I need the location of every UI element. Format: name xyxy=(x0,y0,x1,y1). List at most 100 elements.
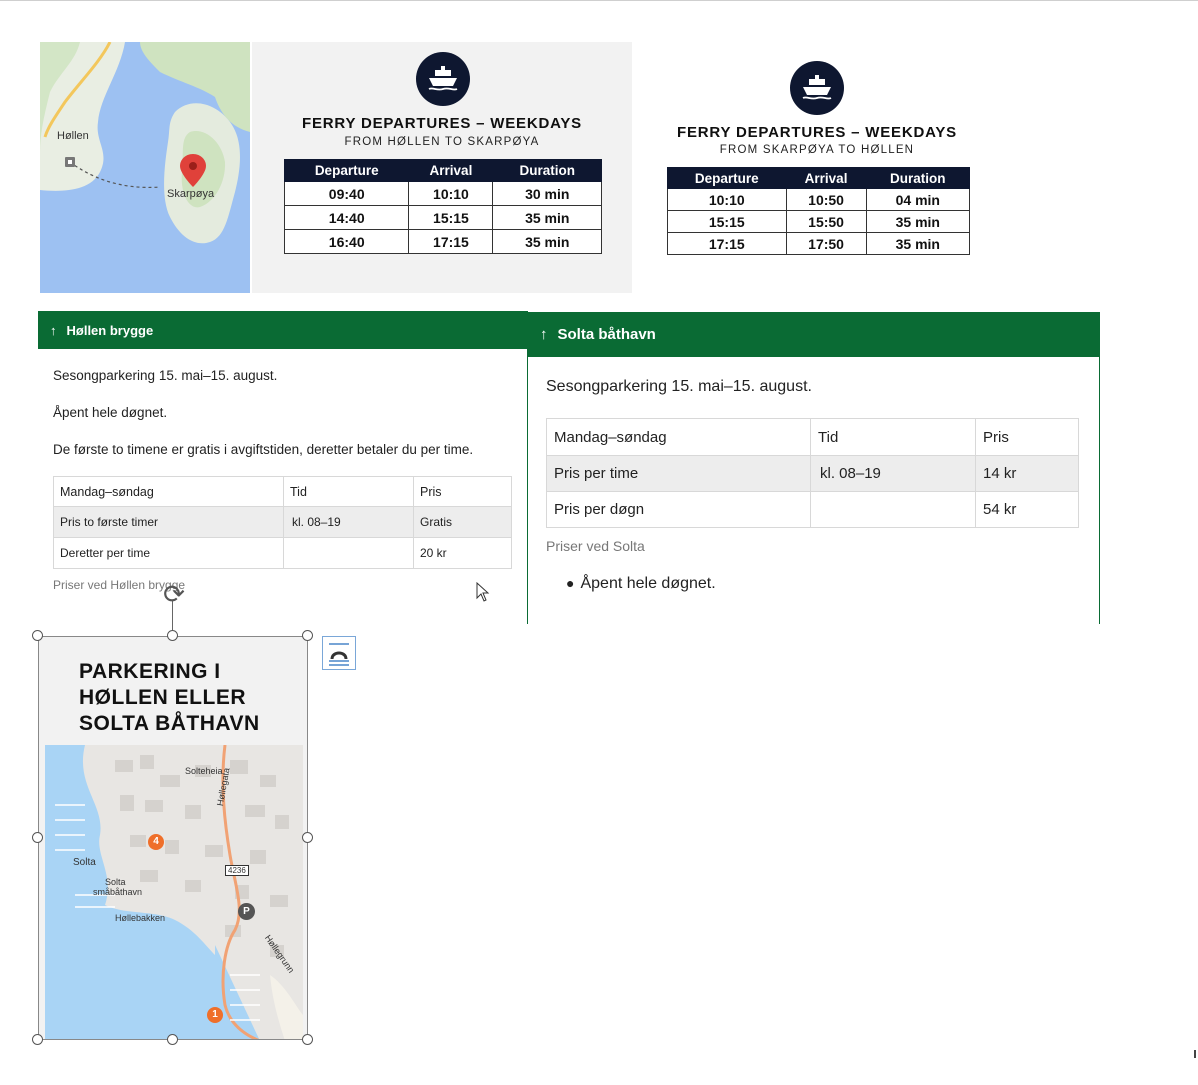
accordion-header-solta[interactable]: ↑ Solta båthavn xyxy=(528,312,1099,357)
bullet-dot: ● xyxy=(566,575,575,591)
table-row: Pris to første timer kl. 08–19 Gratis xyxy=(53,506,512,538)
column-header: Pris xyxy=(413,476,512,507)
top-border xyxy=(0,0,1198,1)
pricing-info-text: De første to timene er gratis i avgiftst… xyxy=(53,442,474,457)
table-cell: 09:40 xyxy=(283,181,410,206)
table-cell: 10:50 xyxy=(785,188,867,211)
poster-title-line: SOLTA BÅTHAVN xyxy=(79,712,260,735)
table-cell: 35 min xyxy=(492,205,602,230)
ferry-timetable: Departure Arrival Duration 10:10 10:50 0… xyxy=(667,167,971,255)
price-table: Mandag–søndag Tid Pris Pris per time kl.… xyxy=(546,418,1079,528)
map-label: Høllebakken xyxy=(115,913,166,923)
resize-handle-bottom[interactable] xyxy=(167,1034,178,1045)
table-cell: 35 min xyxy=(865,210,971,233)
table-cell: 04 min xyxy=(865,188,971,211)
table-cell: 35 min xyxy=(492,229,602,254)
parking-panel-solta: ↑ Solta båthavn Sesongparkering 15. mai–… xyxy=(527,312,1100,624)
resize-handle-top[interactable] xyxy=(167,630,178,641)
layout-options-icon xyxy=(329,643,349,666)
poster-title-line: HØLLEN ELLER xyxy=(79,686,246,709)
table-cell: 15:15 xyxy=(408,205,494,230)
column-header: Arrival xyxy=(785,167,867,189)
column-header: Arrival xyxy=(408,159,494,182)
ferry-timetable: Departure Arrival Duration 09:40 10:10 3… xyxy=(283,159,602,254)
table-cell: 14 kr xyxy=(975,455,1079,492)
column-header: Pris xyxy=(975,418,1079,456)
table-cell: 20 kr xyxy=(413,537,512,569)
table-cell: 30 min xyxy=(492,181,602,206)
table-row: 09:40 10:10 30 min xyxy=(283,181,602,206)
ferry-subtitle: FROM SKARPØYA TO HØLLEN xyxy=(719,144,915,156)
table-cell: 10:10 xyxy=(408,181,494,206)
poster-title: PARKERING I HØLLEN ELLER SOLTA BÅTHAVN xyxy=(79,659,299,737)
resize-handle-bottom-left[interactable] xyxy=(32,1034,43,1045)
table-row: 15:15 15:50 35 min xyxy=(667,210,971,233)
resize-handle-left[interactable] xyxy=(32,832,43,843)
arrow-up-icon: ↑ xyxy=(540,326,548,343)
ferry-title: FERRY DEPARTURES – WEEKDAYS xyxy=(302,115,582,132)
table-cell: 10:10 xyxy=(667,188,787,211)
table-row: Pris per time kl. 08–19 14 kr xyxy=(546,455,1079,492)
table-cell: 17:50 xyxy=(785,232,867,255)
table-cell xyxy=(283,537,414,569)
map-hollen-skarpoya: Høllen Skarpøya xyxy=(40,42,250,293)
map-label: Solteheia xyxy=(185,766,223,776)
table-cell: 35 min xyxy=(865,232,971,255)
map-marker-icon: 1 xyxy=(207,1007,223,1023)
parking-poster-image[interactable]: PARKERING I HØLLEN ELLER SOLTA BÅTHAVN S… xyxy=(38,636,308,1040)
column-header: Departure xyxy=(667,167,787,189)
mouse-pointer-icon xyxy=(476,581,490,607)
table-cell: 14:40 xyxy=(283,205,410,230)
ferry-panel-skarpoya-to-hollen: FERRY DEPARTURES – WEEKDAYS FROM SKARPØY… xyxy=(634,42,1000,293)
price-table: Mandag–søndag Tid Pris Pris to første ti… xyxy=(53,476,512,569)
arrow-up-icon: ↑ xyxy=(50,322,57,338)
table-cell: Gratis xyxy=(413,506,512,538)
table-row: 14:40 15:15 35 min xyxy=(283,205,602,230)
resize-handle-top-right[interactable] xyxy=(302,630,313,641)
column-header: Mandag–søndag xyxy=(53,476,284,507)
ferry-icon xyxy=(416,52,470,106)
rotate-handle-icon[interactable]: ⟳ xyxy=(159,579,189,609)
table-cell: Deretter per time xyxy=(53,537,284,569)
table-cell: Pris to første timer xyxy=(53,506,284,538)
column-header: Duration xyxy=(865,167,971,189)
table-cell: 15:50 xyxy=(785,210,867,233)
parking-marker-icon: P xyxy=(238,903,255,920)
poster-map: Solteheia Høllegata 4236 Solta Solta små… xyxy=(45,745,303,1039)
map-label: Solta xyxy=(73,857,96,868)
table-cell: 17:15 xyxy=(408,229,494,254)
table-cell: 15:15 xyxy=(667,210,787,233)
opening-text: Åpent hele døgnet. xyxy=(53,405,168,420)
table-cell: 17:15 xyxy=(667,232,787,255)
ferry-subtitle: FROM HØLLEN TO SKARPØYA xyxy=(344,136,540,148)
table-cell xyxy=(810,491,976,528)
table-cell: kl. 08–19 xyxy=(283,506,414,538)
resize-handle-top-left[interactable] xyxy=(32,630,43,641)
table-cell: 16:40 xyxy=(283,229,410,254)
resize-handle-right[interactable] xyxy=(302,832,313,843)
map-label: småbåthavn xyxy=(93,887,143,897)
ferry-icon xyxy=(790,61,844,115)
table-row: Pris per døgn 54 kr xyxy=(546,491,1079,528)
edge-marker xyxy=(1194,1050,1196,1058)
season-text: Sesongparkering 15. mai–15. august. xyxy=(546,378,812,395)
table-cell: 54 kr xyxy=(975,491,1079,528)
column-header: Tid xyxy=(810,418,976,456)
column-header: Departure xyxy=(283,159,410,182)
road-number-badge: 4236 xyxy=(225,865,249,876)
column-header: Tid xyxy=(283,476,414,507)
map-label-skarpoya: Skarpøya xyxy=(167,188,215,200)
map-label-hollen: Høllen xyxy=(57,130,89,142)
accordion-title: Solta båthavn xyxy=(557,326,656,343)
ferry-panel-hollen-to-skarpoya: FERRY DEPARTURES – WEEKDAYS FROM HØLLEN … xyxy=(252,42,632,293)
accordion-header-hollen[interactable]: ↑ Høllen brygge xyxy=(38,311,528,349)
table-row: 10:10 10:50 04 min xyxy=(667,188,971,211)
ferry-title: FERRY DEPARTURES – WEEKDAYS xyxy=(677,124,957,141)
map-marker-icon: 4 xyxy=(148,834,164,850)
resize-handle-bottom-right[interactable] xyxy=(302,1034,313,1045)
season-text: Sesongparkering 15. mai–15. august. xyxy=(53,368,278,383)
map-label: Solta xyxy=(105,877,126,887)
layout-options-button[interactable] xyxy=(322,636,356,670)
table-row: 17:15 17:50 35 min xyxy=(667,232,971,255)
table-caption: Priser ved Solta xyxy=(546,538,645,554)
